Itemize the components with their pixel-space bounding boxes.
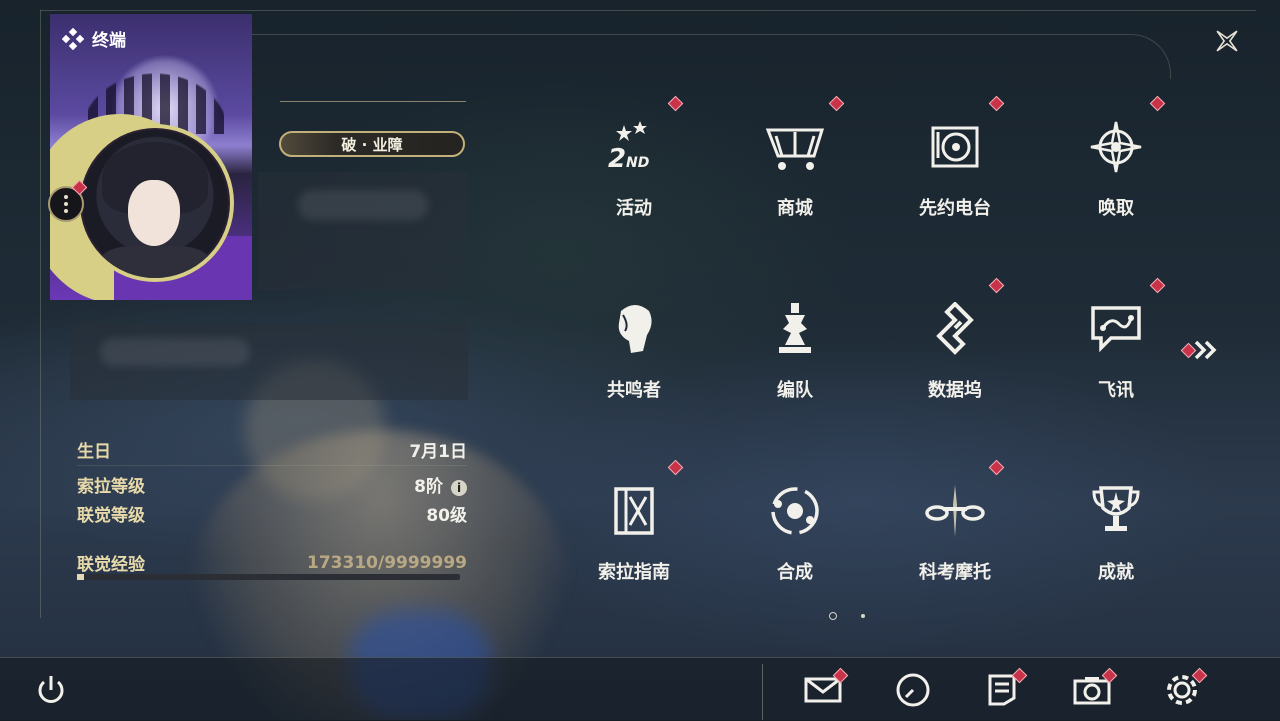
- blurred-name: [298, 190, 428, 220]
- union-level-label: 联觉等级: [77, 506, 145, 526]
- player-name-blurred: [258, 172, 468, 290]
- notes-button[interactable]: [982, 667, 1028, 712]
- sola-rank-value-wrap: 8阶 i: [414, 472, 467, 497]
- power-icon: [38, 676, 64, 703]
- menu-tile-databank[interactable]: 数据坞: [905, 276, 1005, 416]
- union-exp-progress-bar: [77, 574, 460, 580]
- birthday-label: 生日: [77, 442, 111, 462]
- more-dot: [64, 202, 68, 206]
- svg-text:2: 2: [608, 144, 626, 174]
- trophy-icon: [1081, 476, 1151, 546]
- menu-label: 合成: [777, 562, 813, 583]
- menu-tile-guide[interactable]: 索拉指南: [584, 458, 684, 598]
- menu-tile-convene[interactable]: 唤取: [1066, 94, 1166, 234]
- menu-label: 数据坞: [928, 380, 982, 401]
- resonator-head-icon: [599, 294, 669, 364]
- signature-blurred[interactable]: [70, 322, 468, 400]
- synthesis-orbit-icon: [760, 476, 830, 546]
- menu-tile-team[interactable]: 编队: [745, 276, 845, 416]
- double-chevron-right-icon: [1194, 340, 1217, 360]
- union-exp-label: 联觉经验: [77, 555, 145, 575]
- avatar[interactable]: [76, 124, 234, 282]
- avatar-coat: [100, 246, 210, 278]
- menu-label: 飞讯: [1098, 380, 1134, 401]
- menu-tile-resonators[interactable]: 共鸣者: [584, 276, 684, 416]
- motorbike-icon: [920, 476, 990, 546]
- blurred-signature: [100, 338, 250, 366]
- more-dot: [64, 209, 68, 213]
- menu-tile-event[interactable]: 2 ND 活动: [584, 94, 684, 234]
- menu-label: 商城: [777, 198, 813, 219]
- shop-basket-icon: [760, 112, 830, 182]
- radio-badge: [988, 95, 1005, 112]
- menu-tile-motorbike[interactable]: 科考摩托: [905, 458, 1005, 598]
- convene-badge: [1149, 95, 1166, 112]
- frame-line-top: [40, 10, 1256, 11]
- convene-star-icon: [1081, 112, 1151, 182]
- power-button[interactable]: [31, 668, 71, 712]
- avatar-face: [128, 180, 180, 246]
- union-exp-value: 173310/9999999: [307, 552, 467, 573]
- bottom-separator: [762, 664, 763, 720]
- page-indicator[interactable]: [861, 614, 865, 618]
- mail-icon: [804, 677, 842, 703]
- union-exp-progress-fill: [77, 574, 84, 580]
- sola-rank-label: 索拉等级: [77, 477, 145, 497]
- menu-label: 索拉指南: [598, 562, 670, 583]
- menu-label: 成就: [1098, 562, 1134, 583]
- title-badge-text: 破 · 业障: [341, 135, 403, 154]
- data-bank-icon: [920, 294, 990, 364]
- camera-button[interactable]: [1072, 667, 1118, 712]
- stat-union-exp: 联觉经验 173310/9999999: [77, 550, 467, 576]
- radio-turntable-icon: [920, 112, 990, 182]
- event-2nd-icon: 2 ND: [599, 112, 669, 182]
- menu-label: 唤取: [1098, 198, 1134, 219]
- close-button[interactable]: [1208, 22, 1246, 60]
- notes-icon: [988, 674, 1016, 706]
- info-icon[interactable]: i: [451, 480, 467, 496]
- message-bubble-icon: [1081, 294, 1151, 364]
- menu-label: 共鸣者: [607, 380, 661, 401]
- menu-label: 先约电台: [919, 198, 991, 219]
- menu-tile-shop[interactable]: 商城: [745, 94, 845, 234]
- stat-sola-rank: 索拉等级 8阶 i: [77, 472, 467, 497]
- event-badge: [667, 95, 684, 112]
- more-dot: [64, 195, 68, 199]
- clock-button[interactable]: [893, 668, 933, 712]
- frame-line-left: [40, 10, 41, 618]
- terminal-title: 终端: [92, 31, 126, 51]
- page-indicator-active[interactable]: [829, 612, 837, 620]
- shop-badge: [828, 95, 845, 112]
- close-icon: [1216, 30, 1238, 52]
- motorbike-badge: [988, 459, 1005, 476]
- guide-book-icon: [599, 476, 669, 546]
- menu-tile-achievements[interactable]: 成就: [1066, 458, 1166, 598]
- clock-icon: [896, 673, 930, 707]
- team-chess-icon: [760, 294, 830, 364]
- guide-badge: [667, 459, 684, 476]
- databank-badge: [988, 277, 1005, 294]
- sola-rank-value: 8阶: [414, 477, 443, 497]
- svg-text:ND: ND: [626, 155, 649, 171]
- terminal-header: 终端: [62, 26, 126, 51]
- menu-tile-radio[interactable]: 先约电台: [905, 94, 1005, 234]
- next-page-button[interactable]: [1180, 336, 1224, 364]
- title-badge[interactable]: 破 · 业障: [279, 131, 465, 157]
- mail-button[interactable]: [803, 667, 849, 712]
- birthday-value: 7月1日: [409, 442, 467, 462]
- settings-button[interactable]: [1162, 667, 1208, 712]
- union-level-value: 80级: [426, 506, 467, 526]
- title-divider: [280, 101, 466, 102]
- menu-label: 活动: [616, 198, 652, 219]
- menu-label: 科考摩托: [919, 562, 991, 583]
- stat-union-level: 联觉等级 80级: [77, 501, 467, 526]
- menu-tile-messages[interactable]: 飞讯: [1066, 276, 1166, 416]
- frame-curve: [250, 34, 1171, 79]
- menu-label: 编队: [777, 380, 813, 401]
- stat-birthday: 生日 7月1日: [77, 437, 467, 462]
- messages-badge: [1149, 277, 1166, 294]
- terminal-diamond-icon: [62, 27, 84, 50]
- stat-divider: [77, 465, 467, 466]
- menu-tile-synthesis[interactable]: 合成: [745, 458, 845, 598]
